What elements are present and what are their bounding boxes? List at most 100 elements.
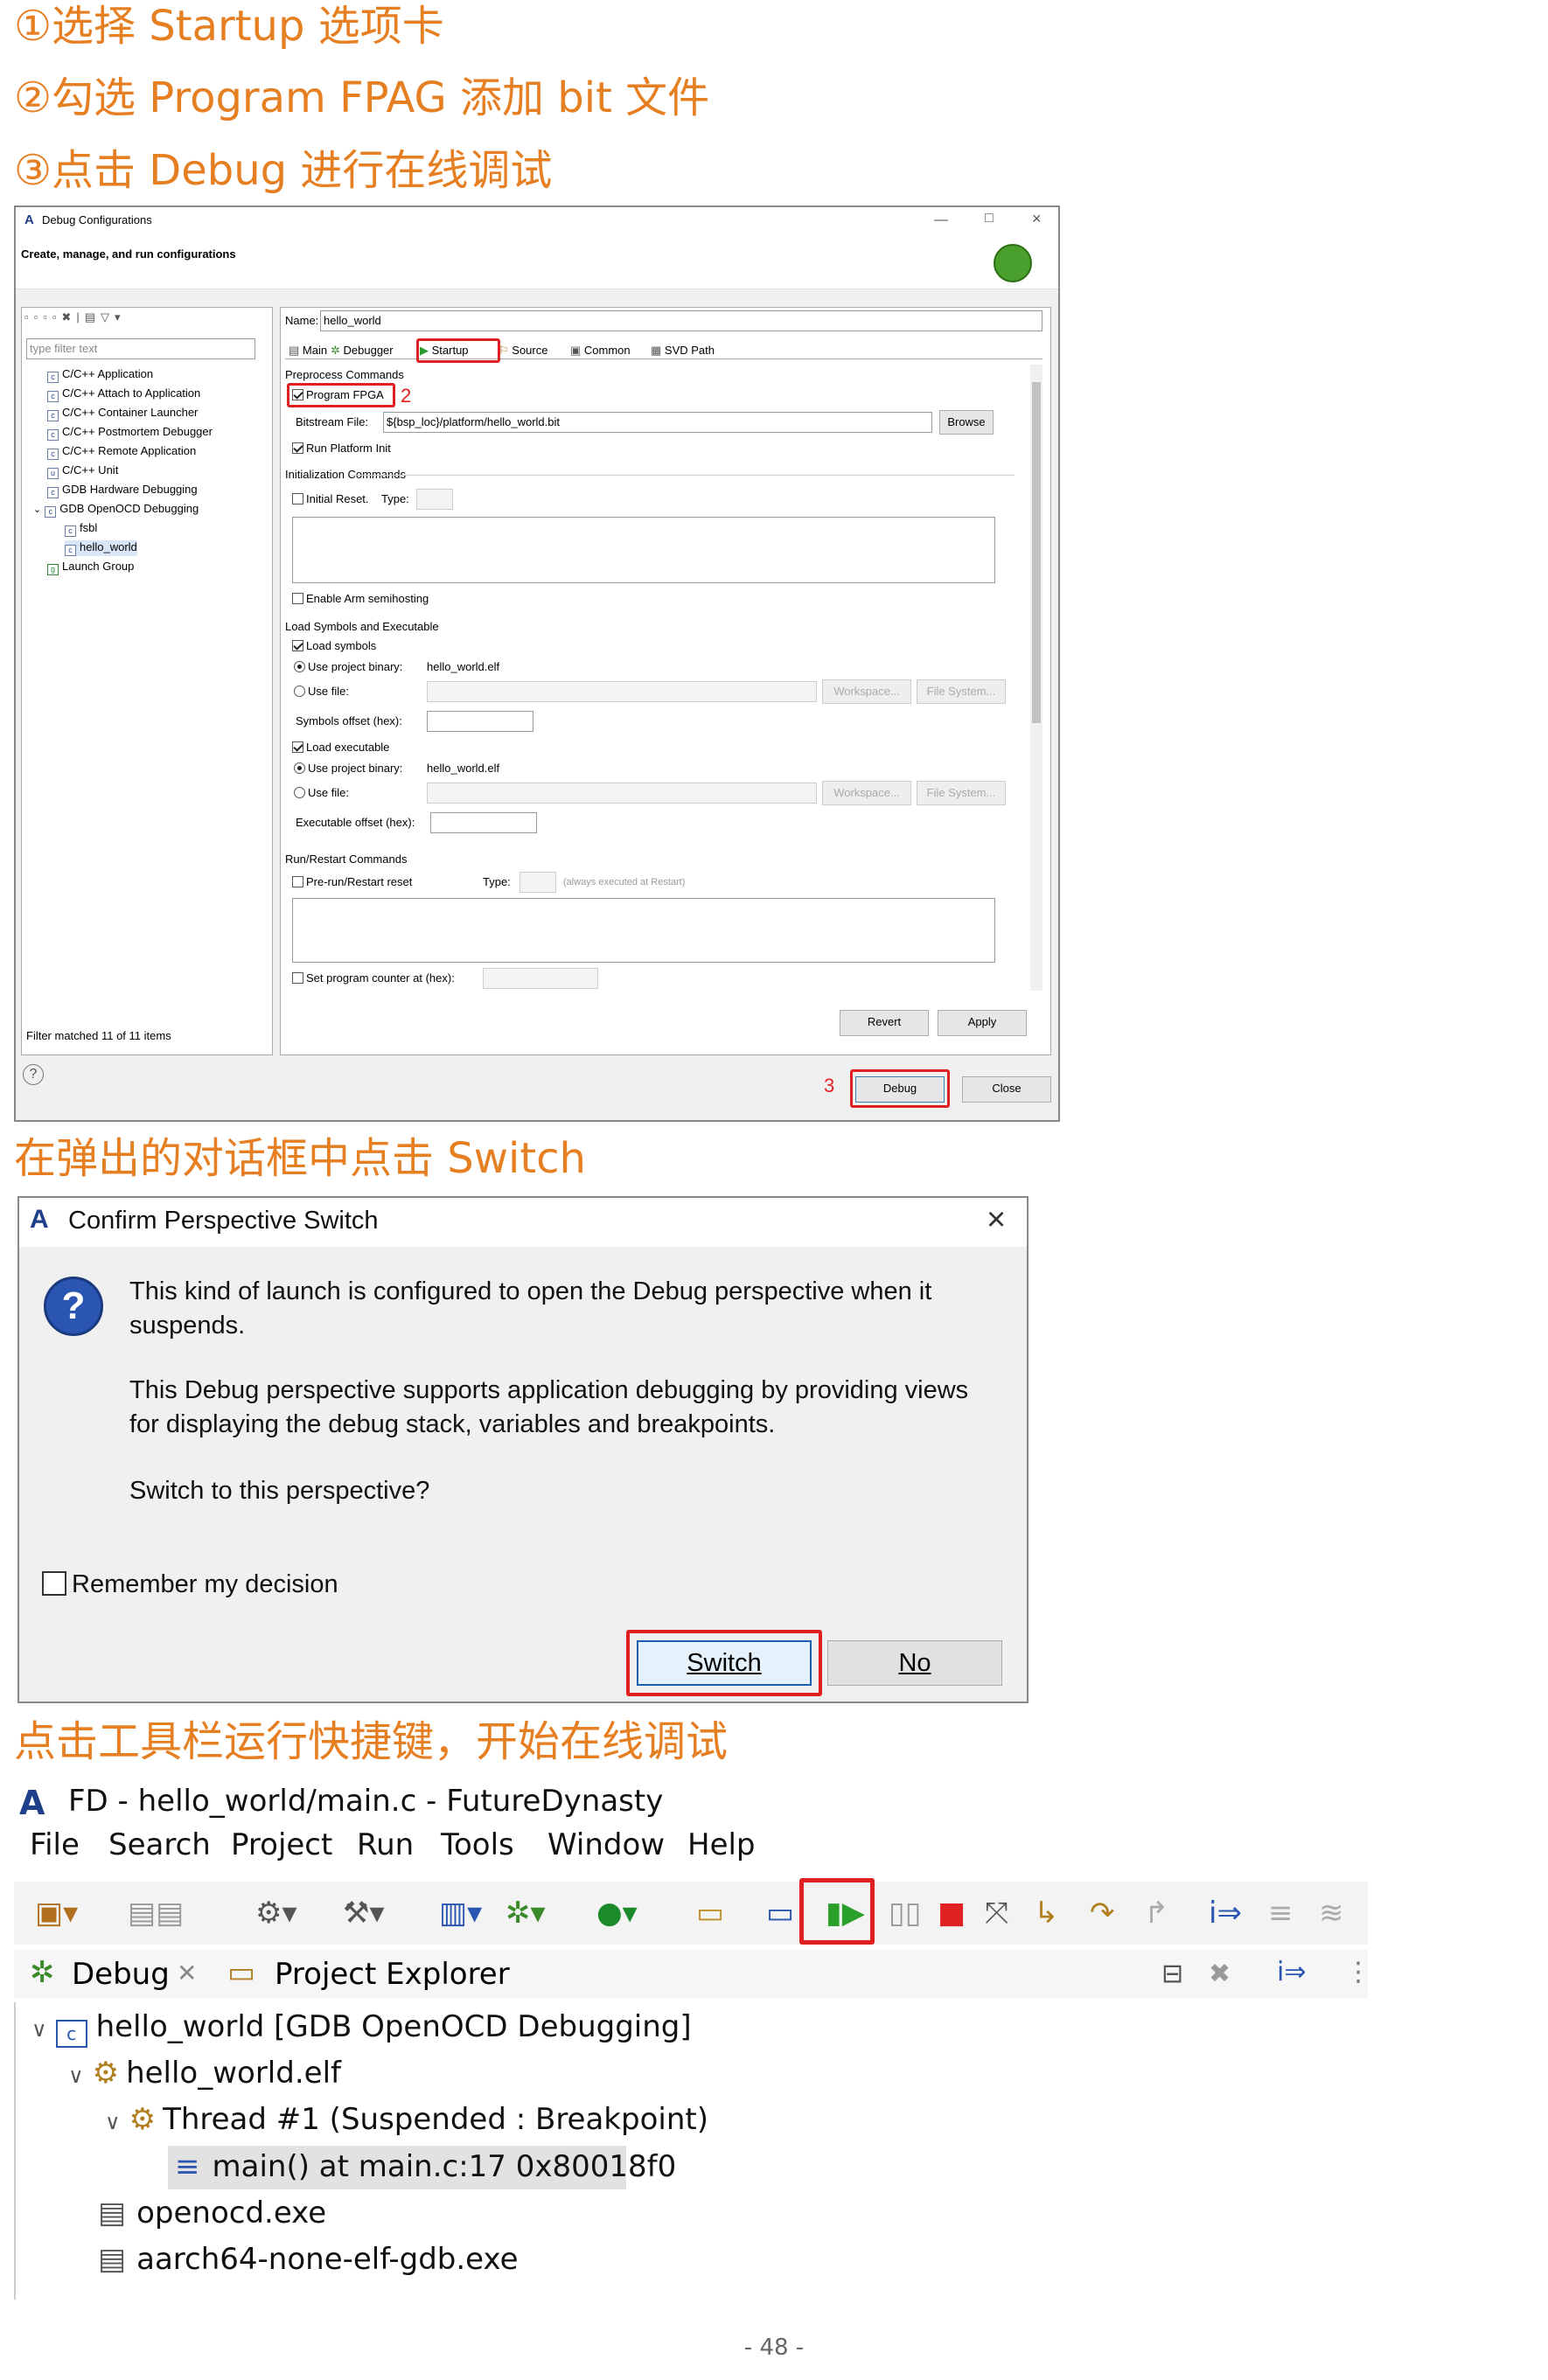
app-logo-icon: A xyxy=(24,212,34,227)
set-pc-checkbox[interactable]: Set program counter at (hex): xyxy=(292,971,455,985)
file-system-button[interactable]: File System... xyxy=(917,679,1006,704)
close-icon[interactable]: × xyxy=(1032,210,1042,228)
launch-node[interactable]: ∨ c hello_world [GDB OpenOCD Debugging] xyxy=(31,2008,692,2049)
new-icon[interactable]: ▣▾ xyxy=(35,1896,78,1931)
drop-frame-icon[interactable]: ≡ xyxy=(1268,1896,1293,1931)
save-icon[interactable]: ▤▤ xyxy=(128,1896,184,1931)
tree-item-openocd[interactable]: ⌄ c GDB OpenOCD Debugging xyxy=(33,502,199,518)
exec-workspace-button[interactable]: Workspace... xyxy=(822,781,911,805)
tree-item[interactable]: g Launch Group xyxy=(47,560,134,575)
run-commands-textarea[interactable] xyxy=(292,898,995,963)
thread-node[interactable]: ∨ ⚙ Thread #1 (Suspended : Breakpoint) xyxy=(105,2100,708,2141)
tab-main[interactable]: ▤ Main xyxy=(289,344,327,358)
initial-reset-checkbox[interactable]: Initial Reset. xyxy=(292,492,369,506)
tree-item[interactable]: c C/C++ Application xyxy=(47,367,153,383)
suspend-icon[interactable]: ▯▯ xyxy=(889,1896,921,1931)
restart-type-field[interactable] xyxy=(519,872,556,893)
exec-file-field[interactable] xyxy=(427,783,817,804)
maximize-icon[interactable]: □ xyxy=(985,211,994,226)
reset-type-field[interactable] xyxy=(416,489,453,510)
stack-frame-node[interactable]: ≡ main() at main.c:17 0x80018f0 xyxy=(175,2147,676,2186)
tab-svd-path[interactable]: ▦ SVD Path xyxy=(651,344,715,358)
tab-debug[interactable]: Debug xyxy=(72,1957,170,1992)
remove-launches-icon[interactable]: ✖ xyxy=(1209,1959,1231,1989)
terminate-icon[interactable]: ■ xyxy=(938,1896,966,1931)
symbols-offset-field[interactable] xyxy=(427,711,533,732)
debug-highlight xyxy=(850,1069,950,1108)
elf-node[interactable]: ∨ ⚙ hello_world.elf xyxy=(68,2054,341,2095)
load-symbols-checkbox[interactable]: Load symbols xyxy=(292,639,376,653)
init-commands-textarea[interactable] xyxy=(292,517,995,583)
close-tab-icon[interactable]: ✕ xyxy=(177,1959,197,1987)
menu-tools[interactable]: Tools xyxy=(441,1827,514,1862)
binary-icon[interactable]: ▥▾ xyxy=(439,1896,482,1931)
tree-item[interactable]: c C/C++ Remote Application xyxy=(47,444,196,460)
tree-item-selected[interactable]: c hello_world xyxy=(65,540,137,556)
scrollbar-thumb[interactable] xyxy=(1032,382,1041,723)
step-into-icon[interactable]: ↳ xyxy=(1034,1896,1059,1931)
gdb-node[interactable]: ▤ aarch64-none-elf-gdb.exe xyxy=(98,2240,519,2279)
set-pc-field[interactable] xyxy=(483,968,598,989)
revert-button[interactable]: Revert xyxy=(840,1010,929,1036)
menu-window[interactable]: Window xyxy=(547,1827,665,1862)
run-icon[interactable]: ●▾ xyxy=(596,1896,638,1931)
openocd-node[interactable]: ▤ openocd.exe xyxy=(98,2194,326,2232)
menu-file[interactable]: File xyxy=(30,1827,80,1862)
tab-project-explorer[interactable]: Project Explorer xyxy=(275,1957,510,1992)
view-menu-icon[interactable]: ⋮ xyxy=(1345,1957,1371,1987)
menu-run[interactable]: Run xyxy=(357,1827,414,1862)
chevron-down-icon: ∨ xyxy=(68,2063,84,2088)
load-executable-checkbox[interactable]: Load executable xyxy=(292,741,389,755)
tree-item[interactable]: c C/C++ Attach to Application xyxy=(47,386,200,402)
instruction-step-icon[interactable]: i⇒ xyxy=(1209,1896,1242,1931)
close-icon[interactable]: × xyxy=(987,1201,1006,1239)
hammer-icon[interactable]: ⚒▾ xyxy=(343,1896,385,1931)
tree-item[interactable]: c C/C++ Postmortem Debugger xyxy=(47,425,213,441)
name-field[interactable] xyxy=(320,310,1042,331)
close-button[interactable]: Close xyxy=(962,1076,1051,1103)
tab-source[interactable]: ⚐ Source xyxy=(499,344,547,358)
no-button[interactable]: No xyxy=(827,1640,1002,1686)
exec-file-system-button[interactable]: File System... xyxy=(917,781,1006,805)
open-folder-icon[interactable]: ▭ xyxy=(696,1896,724,1931)
menu-help[interactable]: Help xyxy=(687,1827,756,1862)
help-icon[interactable]: ? xyxy=(23,1064,44,1085)
instruction-step-icon[interactable]: i⇒ xyxy=(1277,1957,1306,1987)
load-symbols-heading: Load Symbols and Executable xyxy=(285,620,439,633)
tree-item[interactable]: c GDB Hardware Debugging xyxy=(47,483,198,498)
menu-search[interactable]: Search xyxy=(108,1827,211,1862)
use-project-binary-radio[interactable]: Use project binary: xyxy=(294,660,402,674)
remember-checkbox[interactable]: Remember my decision xyxy=(42,1570,338,1599)
semihosting-checkbox[interactable]: Enable Arm semihosting xyxy=(292,592,429,606)
executable-offset-field[interactable] xyxy=(430,812,537,833)
symbols-file-field[interactable] xyxy=(427,681,817,702)
name-label: Name: xyxy=(285,314,319,327)
console-icon[interactable]: ▭ xyxy=(766,1896,794,1931)
step-over-icon[interactable]: ↷ xyxy=(1090,1896,1115,1931)
use-file-radio[interactable]: Use file: xyxy=(294,685,349,699)
debug-bug-icon[interactable]: ✲▾ xyxy=(506,1896,546,1931)
workspace-button[interactable]: Workspace... xyxy=(822,679,911,704)
tree-toolbar-icons[interactable]: ▫▫▫▫✖|▤▽▾ xyxy=(24,310,126,324)
tree-item[interactable]: c fsbl xyxy=(65,521,97,537)
launch-group-icon: g xyxy=(47,564,59,575)
tab-common[interactable]: ▣ Common xyxy=(570,344,631,358)
always-executed-note: (always executed at Restart) xyxy=(563,877,686,887)
exec-use-project-binary-radio[interactable]: Use project binary: xyxy=(294,762,402,776)
run-platform-init-checkbox[interactable]: Run Platform Init xyxy=(292,442,391,456)
exec-use-file-radio[interactable]: Use file: xyxy=(294,786,349,800)
apply-button[interactable]: Apply xyxy=(938,1010,1027,1036)
browse-button[interactable]: Browse xyxy=(939,410,994,435)
tree-item[interactable]: c C/C++ Container Launcher xyxy=(47,406,198,421)
pre-run-reset-checkbox[interactable]: Pre-run/Restart reset xyxy=(292,875,412,889)
collapse-all-icon[interactable]: ⊟ xyxy=(1161,1959,1183,1989)
minimize-icon[interactable]: — xyxy=(934,212,948,228)
tree-item[interactable]: u C/C++ Unit xyxy=(47,463,118,479)
disconnect-icon[interactable]: ⤧ xyxy=(985,1896,1008,1931)
tab-debugger[interactable]: ✲ Debugger xyxy=(331,344,394,358)
use-step-filters-icon[interactable]: ≋ xyxy=(1319,1896,1344,1931)
dialog-title: Confirm Perspective Switch xyxy=(68,1207,379,1235)
menu-project[interactable]: Project xyxy=(231,1827,332,1862)
build-config-icon[interactable]: ⚙▾ xyxy=(255,1896,297,1931)
step-return-icon[interactable]: ↱ xyxy=(1144,1896,1169,1931)
